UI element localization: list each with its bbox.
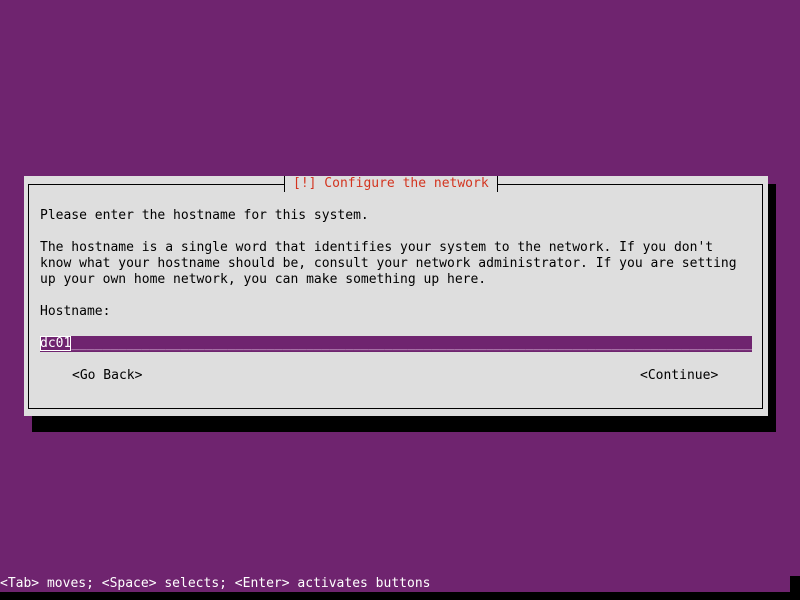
- hostname-input[interactable]: dc01____________________________________…: [40, 336, 752, 352]
- status-bar-help: <Tab> moves; <Space> selects; <Enter> ac…: [0, 576, 431, 591]
- status-bar-bottom: [0, 592, 800, 600]
- go-back-button[interactable]: <Go Back>: [72, 368, 142, 384]
- hostname-label: Hostname:: [40, 304, 111, 319]
- field-underline: ________________________________________…: [71, 336, 752, 351]
- description-line: up your own home network, you can make s…: [40, 272, 487, 287]
- description-line: know what your hostname should be, consu…: [40, 256, 737, 271]
- continue-button[interactable]: <Continue>: [640, 368, 718, 384]
- hostname-value: dc01: [40, 336, 72, 351]
- configure-network-dialog: [!] Configure the network Please enter t…: [24, 176, 768, 416]
- status-bar-corner: [790, 576, 800, 600]
- prompt-text: Please enter the hostname for this syste…: [40, 208, 369, 223]
- dialog-title: [!] Configure the network: [284, 176, 498, 192]
- description-line: The hostname is a single word that ident…: [40, 240, 714, 255]
